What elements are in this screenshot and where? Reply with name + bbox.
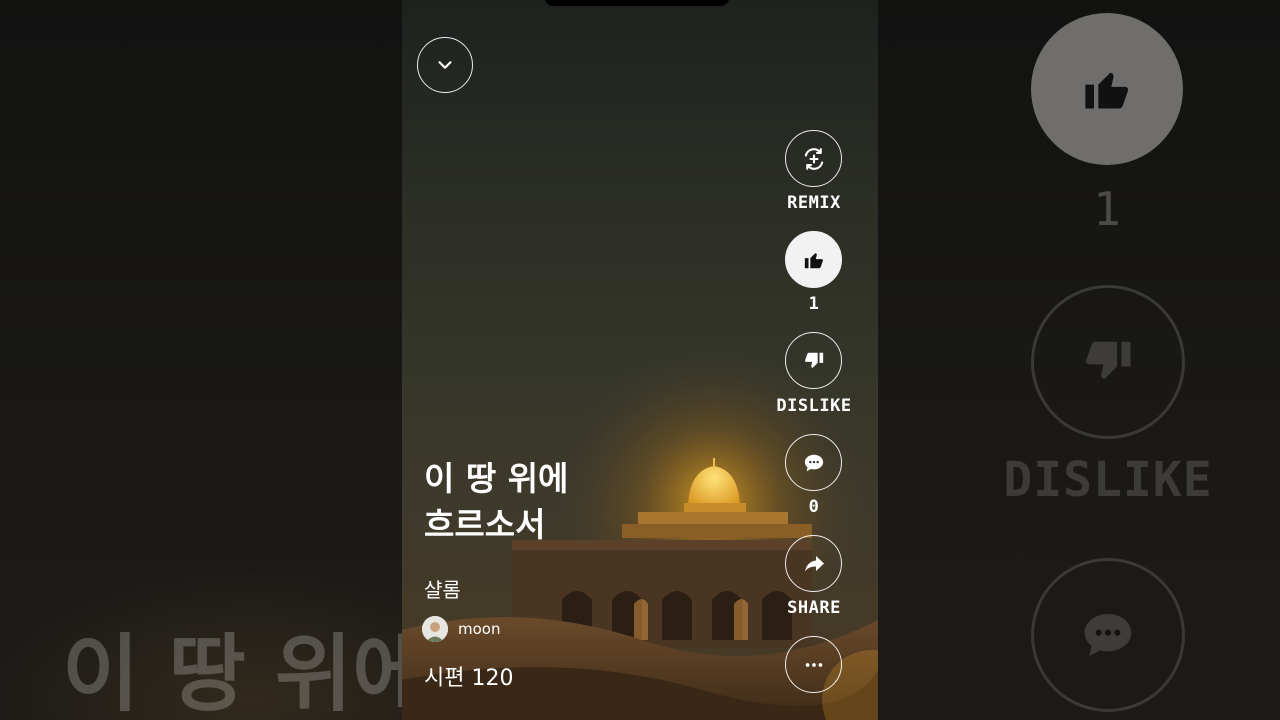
video-subtitle: 샬롬 [424,578,461,602]
channel-link[interactable]: moon [422,616,500,642]
dislike-button[interactable] [785,332,842,389]
chevron-down-icon [438,61,452,69]
comment-count: 0 [808,497,820,517]
thumbs-down-icon [1086,341,1131,379]
like-count: 1 [808,294,820,314]
video-title-line2: 흐르소서 [424,505,546,544]
share-button[interactable] [785,535,842,592]
shorts-player[interactable]: REMIX 1 DISLIKE 0 SHARE 이 땅 위에 흐르소서 샬롬 m… [402,0,878,720]
backdrop-title: 이 땅 위에 [62,628,402,720]
remix-label: REMIX [787,193,841,213]
share-label: SHARE [787,598,841,618]
dislike-label: DISLIKE [776,396,852,416]
remix-button[interactable] [785,130,842,187]
thumbs-up-icon [1085,72,1129,109]
comment-button[interactable] [785,434,842,491]
video-title: 이 땅 위에 흐르소서 [424,456,664,548]
share-arrow-icon [804,555,824,571]
channel-name[interactable]: moon [458,620,500,638]
more-icon [805,662,822,667]
like-button[interactable] [785,231,842,288]
backdrop-dislike-circle [1031,285,1185,439]
camera-notch [544,0,730,6]
backdrop-like-count: 1 [1093,182,1121,236]
backdrop-like-circle [1031,13,1183,165]
avatar[interactable] [422,616,448,642]
backdrop-dislike-label: DISLIKE [1003,452,1213,508]
video-caption: 시편 120 [424,666,514,691]
thumbs-down-icon [804,352,823,368]
video-title-line1: 이 땅 위에 [424,459,569,498]
backdrop-comment-circle [1031,558,1185,712]
comment-icon [804,454,823,471]
comment-icon [1084,614,1132,656]
collapse-button[interactable] [417,37,473,93]
avatar-image [422,616,448,642]
thumbs-up-icon [804,252,823,268]
more-button[interactable] [785,636,842,693]
remix-icon [804,147,823,170]
